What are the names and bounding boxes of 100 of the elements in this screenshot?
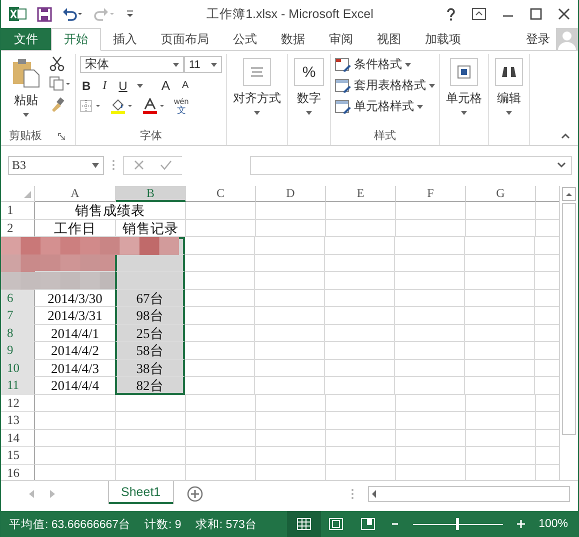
page-icon	[328, 518, 343, 530]
save-icon[interactable]	[37, 6, 52, 22]
close-icon[interactable]	[558, 8, 570, 20]
ribbon-tab[interactable]: 插入	[101, 28, 149, 50]
column-header[interactable]: E	[326, 186, 396, 202]
cells-button[interactable]: 单元格	[444, 54, 484, 119]
customize-toolbar-icon[interactable]	[126, 9, 134, 19]
table-cell: 38台	[115, 360, 185, 377]
editing-button[interactable]: 编辑	[493, 54, 525, 119]
table-cell	[186, 202, 256, 220]
row-header[interactable]: 13	[1, 412, 35, 430]
scroll-up-icon[interactable]	[562, 187, 576, 201]
formula-input[interactable]	[250, 156, 572, 174]
brush-icon[interactable]	[49, 96, 65, 112]
phonetic-guide-button[interactable]: wén 文	[174, 98, 189, 114]
ribbon-tab[interactable]: 公式	[221, 28, 269, 50]
alignment-button[interactable]: 对齐方式	[231, 54, 283, 119]
column-header[interactable]: B	[116, 186, 186, 202]
column-header[interactable]: F	[396, 186, 466, 202]
borders-icon[interactable]	[80, 100, 102, 112]
row-header[interactable]: 15	[1, 447, 35, 464]
table-cell	[255, 290, 325, 307]
font-color-icon[interactable]	[142, 98, 166, 114]
ribbon-tab[interactable]: 加载项	[413, 28, 473, 50]
font-name-field[interactable]: 宋体	[80, 56, 184, 73]
table-cell	[255, 254, 325, 272]
file-tab[interactable]: 文件	[1, 28, 51, 50]
styles-menu-button[interactable]: 单元格样式	[335, 98, 435, 115]
number-format-button[interactable]: % 数字	[292, 54, 326, 119]
column-header[interactable]: G	[466, 186, 536, 202]
table-cell	[395, 237, 465, 254]
table-style-icon	[335, 100, 351, 114]
average-text: 平均值: 63.66666667台	[9, 518, 131, 532]
table-cell	[325, 272, 395, 290]
table-cell: 58台	[115, 342, 185, 360]
zoom-out-icon[interactable]	[390, 520, 399, 528]
fill-color-icon[interactable]	[110, 98, 134, 114]
table-style-icon	[335, 78, 351, 92]
row-header[interactable]: 16	[1, 464, 35, 480]
ribbon-tab[interactable]: 视图	[365, 28, 413, 50]
view-button[interactable]	[286, 511, 321, 537]
ribbon-display-icon[interactable]	[472, 8, 486, 20]
row-header[interactable]: 10	[1, 360, 35, 377]
format-button[interactable]: I	[100, 78, 109, 93]
row-header[interactable]: 6	[1, 290, 35, 307]
row-header[interactable]: 11	[1, 377, 35, 394]
table-cell	[466, 220, 536, 237]
format-button[interactable]: U	[116, 78, 130, 92]
table-cell	[396, 447, 466, 464]
table-cell	[255, 237, 325, 254]
ribbon-tab[interactable]: 数据	[269, 28, 317, 50]
table-cell	[395, 342, 465, 360]
scissors-icon[interactable]	[49, 56, 65, 72]
font-size-field[interactable]: 11	[184, 56, 222, 73]
row-header[interactable]: 9	[1, 342, 35, 360]
column-header[interactable]: C	[186, 186, 256, 202]
ribbon-tab[interactable]: 开始	[51, 28, 101, 51]
copy-icon[interactable]	[49, 76, 71, 92]
font-size-button[interactable]: A	[180, 80, 191, 91]
horizontal-scrollbar[interactable]	[368, 486, 570, 502]
add-sheet-icon[interactable]	[186, 486, 203, 502]
format-button[interactable]: B	[80, 78, 93, 92]
row-header[interactable]: 12	[1, 394, 35, 412]
ribbon-tab[interactable]: 审阅	[317, 28, 365, 50]
dialog-launcher-icon[interactable]	[58, 132, 65, 140]
table-cell	[185, 360, 255, 377]
table-cell: 67台	[115, 290, 185, 307]
sign-in-link[interactable]: 登录	[520, 28, 556, 50]
ribbon-tab[interactable]: 页面布局	[149, 28, 221, 50]
table-cell	[255, 377, 325, 394]
zoom-level[interactable]: 100%	[538, 518, 568, 530]
caret-icon	[23, 113, 29, 117]
styles-menu-button[interactable]: 套用表格格式	[335, 77, 435, 94]
undo-icon[interactable]	[62, 7, 84, 21]
page-break-icon	[360, 518, 375, 530]
sum-text: 求和: 573台	[195, 518, 257, 532]
scrollbar-thumb[interactable]	[562, 203, 576, 435]
align-center-icon	[243, 58, 271, 86]
drag-handle-icon[interactable]	[112, 159, 115, 171]
help-icon[interactable]	[446, 8, 456, 20]
sheet-tab[interactable]: Sheet1	[109, 481, 173, 504]
collapse-ribbon-icon[interactable]	[561, 133, 570, 139]
table-cell	[185, 272, 255, 290]
expand-caret-icon[interactable]	[557, 162, 566, 168]
table-cell	[466, 430, 536, 447]
table-cell	[465, 254, 535, 272]
row-header[interactable]: 14	[1, 430, 35, 447]
font-size-button[interactable]: A	[159, 78, 172, 93]
zoom-slider-thumb[interactable]	[456, 518, 460, 530]
paste-button[interactable]: 粘贴	[9, 54, 43, 127]
styles-menu-button[interactable]: 条件格式	[335, 56, 435, 73]
row-header[interactable]: 8	[1, 324, 35, 342]
row-header[interactable]: 1	[1, 202, 35, 220]
name-box[interactable]: B3	[8, 156, 104, 174]
maximize-icon[interactable]	[530, 8, 542, 20]
table-style-icon	[335, 58, 351, 72]
zoom-in-icon[interactable]	[516, 520, 525, 528]
column-header[interactable]: D	[256, 186, 326, 202]
row-header[interactable]: 7	[1, 307, 35, 324]
table-cell	[396, 394, 466, 412]
